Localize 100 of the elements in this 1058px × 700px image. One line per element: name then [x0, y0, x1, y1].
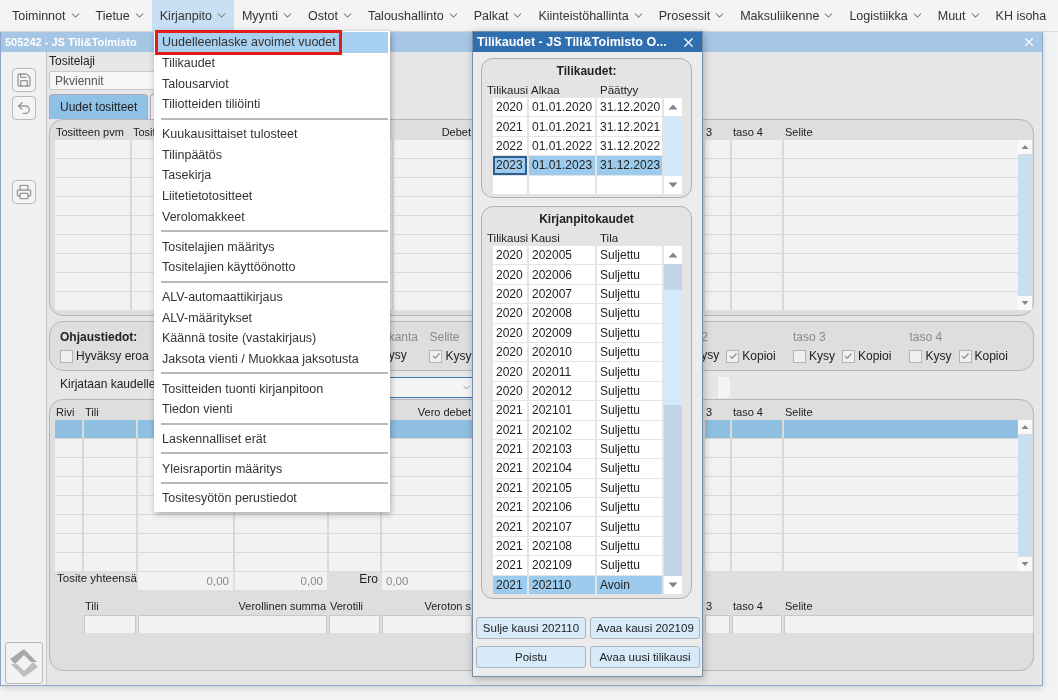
table-cell[interactable]: Suljettu — [597, 304, 662, 323]
menu-bar-item[interactable]: Kiinteistöhallinta — [530, 0, 651, 31]
table-cell[interactable]: 202108 — [529, 536, 595, 556]
table-cell[interactable]: Suljettu — [597, 420, 662, 439]
table-cell[interactable]: 2021 — [493, 517, 527, 536]
menu-item[interactable]: Tasekirja — [155, 165, 388, 186]
table-cell[interactable]: 2021 — [493, 575, 527, 595]
table-cell[interactable]: 202109 — [529, 556, 595, 575]
menu-bar-item[interactable]: Tietue — [87, 0, 152, 31]
table-cell[interactable]: 31.12.2023 — [597, 156, 662, 175]
table-cell[interactable]: 2021 — [493, 117, 527, 136]
table-cell[interactable]: 01.01.2023 — [529, 156, 595, 175]
table-cell[interactable]: 202104 — [529, 459, 595, 478]
table-cell[interactable]: 2020 — [493, 246, 527, 265]
table-cell[interactable]: 2020 — [493, 98, 527, 117]
table-cell[interactable]: Suljettu — [597, 459, 662, 478]
menu-bar-item[interactable]: Logistiikka — [841, 0, 930, 31]
table-cell[interactable]: Suljettu — [597, 478, 662, 498]
menu-item[interactable]: Yleisraportin määritys — [155, 458, 388, 480]
menu-bar-item[interactable]: Kirjanpito — [151, 0, 234, 31]
table-cell[interactable]: 202007 — [529, 284, 595, 304]
menu-item[interactable]: Tiedon vienti — [155, 399, 388, 420]
table-cell[interactable]: Suljettu — [597, 265, 662, 284]
table-cell[interactable]: 202105 — [529, 478, 595, 498]
menu-bar-item[interactable]: KH isoha — [987, 0, 1053, 31]
table-cell[interactable]: 01.01.2022 — [529, 136, 595, 156]
menu-item[interactable]: ALV-automaattikirjaus — [155, 286, 388, 308]
tab[interactable]: Uudet tositteet — [49, 94, 149, 119]
table-cell[interactable]: Suljettu — [597, 284, 662, 304]
table-cell[interactable]: Suljettu — [597, 498, 662, 517]
table-cell[interactable]: 2020 — [493, 381, 527, 401]
table-cell[interactable]: 202010 — [529, 342, 595, 362]
dialog-button[interactable]: Avaa uusi tilikausi — [590, 646, 700, 668]
menu-item[interactable]: Liitetietotositteet — [155, 185, 388, 207]
menu-item[interactable]: Tiliotteiden tiliöinti — [155, 94, 388, 115]
menu-bar-item[interactable]: Myynti — [233, 0, 301, 31]
menu-bar-item[interactable]: Toiminnot — [4, 0, 88, 31]
table-cell[interactable]: 2020 — [493, 323, 527, 342]
table-cell[interactable]: 2020 — [493, 362, 527, 381]
table-cell[interactable]: 202009 — [529, 323, 595, 342]
table-cell[interactable]: 31.12.2021 — [597, 117, 662, 136]
menu-item[interactable]: ALV-määritykset — [155, 307, 388, 328]
table-cell[interactable]: 31.12.2020 — [597, 98, 662, 117]
menu-item[interactable]: Jaksota vienti / Muokkaa jaksotusta — [155, 348, 388, 370]
table-cell[interactable]: 202107 — [529, 517, 595, 536]
table-cell[interactable]: 2021 — [493, 536, 527, 556]
menu-item[interactable]: Tositelajien käyttöönotto — [155, 256, 388, 278]
menu-item[interactable]: Tilikaudet — [155, 52, 388, 74]
menu-item[interactable]: Käännä tosite (vastakirjaus) — [155, 327, 388, 349]
table-cell[interactable]: 202008 — [529, 304, 595, 323]
menu-item[interactable]: Tilinpäätös — [155, 144, 388, 166]
table-cell[interactable]: Suljettu — [597, 246, 662, 265]
table-cell[interactable]: 2020 — [493, 284, 527, 304]
table-cell[interactable]: 202102 — [529, 420, 595, 439]
menu-item[interactable]: Laskennalliset erät — [155, 428, 388, 450]
menu-item[interactable]: Uudelleenlaske avoimet vuodet — [155, 32, 388, 53]
table-cell[interactable]: Suljettu — [597, 556, 662, 575]
table-cell[interactable]: 202101 — [529, 401, 595, 420]
menu-bar-item[interactable]: Taloushallinto — [359, 0, 466, 31]
table-cell[interactable]: 2020 — [493, 265, 527, 284]
table-cell[interactable]: Suljettu — [597, 323, 662, 342]
menu-bar-item[interactable]: Ostot — [300, 0, 360, 31]
menu-bar-item[interactable]: Prosessit — [650, 0, 733, 31]
table-cell[interactable]: 2021 — [493, 556, 527, 575]
table-cell[interactable]: 202005 — [529, 246, 595, 265]
table-cell[interactable]: Suljettu — [597, 342, 662, 362]
table-cell[interactable]: 2020 — [493, 342, 527, 362]
dialog-button[interactable]: Poistu — [476, 646, 586, 668]
table-cell[interactable]: 202103 — [529, 439, 595, 459]
menu-bar-item[interactable]: Maksuliikenne — [732, 0, 842, 31]
table-cell[interactable]: Suljettu — [597, 381, 662, 401]
table-cell[interactable]: 202110 — [529, 575, 595, 595]
table-cell[interactable]: 202106 — [529, 498, 595, 517]
table-cell[interactable]: 2021 — [493, 478, 527, 498]
table-cell[interactable]: 2021 — [493, 401, 527, 420]
table-cell[interactable]: 2021 — [493, 498, 527, 517]
table-cell[interactable]: Avoin — [597, 575, 662, 595]
table-cell[interactable]: 202006 — [529, 265, 595, 284]
menu-item[interactable]: Tositesyötön perustiedot — [155, 488, 388, 509]
table-cell[interactable]: Suljettu — [597, 536, 662, 556]
menu-item[interactable]: Tositelajien määritys — [155, 236, 388, 257]
table-cell[interactable]: 31.12.2022 — [597, 136, 662, 156]
table-cell[interactable]: Suljettu — [597, 439, 662, 459]
table-cell[interactable]: 2023 — [493, 156, 527, 175]
menu-item[interactable]: Talousarviot — [155, 73, 388, 95]
table-cell[interactable]: 2020 — [493, 304, 527, 323]
table-cell[interactable]: 2022 — [493, 136, 527, 156]
table-cell[interactable]: 2021 — [493, 459, 527, 478]
dialog-button[interactable]: Sulje kausi 202110 — [476, 617, 586, 639]
table-cell[interactable]: 01.01.2021 — [529, 117, 595, 136]
menu-bar-item[interactable]: Palkat — [465, 0, 531, 31]
table-cell[interactable]: 2021 — [493, 420, 527, 439]
menu-bar-item[interactable]: Muut — [929, 0, 988, 31]
menu-item[interactable]: Kuukausittaiset tulosteet — [155, 123, 388, 145]
table-cell[interactable]: Suljettu — [597, 362, 662, 381]
table-cell[interactable]: 202012 — [529, 381, 595, 401]
dialog-button[interactable]: Avaa kausi 202109 — [590, 617, 700, 639]
menu-item[interactable]: Verolomakkeet — [155, 206, 388, 228]
table-cell[interactable]: 202011 — [529, 362, 595, 381]
menu-item[interactable]: Tositteiden tuonti kirjanpitoon — [155, 378, 388, 399]
